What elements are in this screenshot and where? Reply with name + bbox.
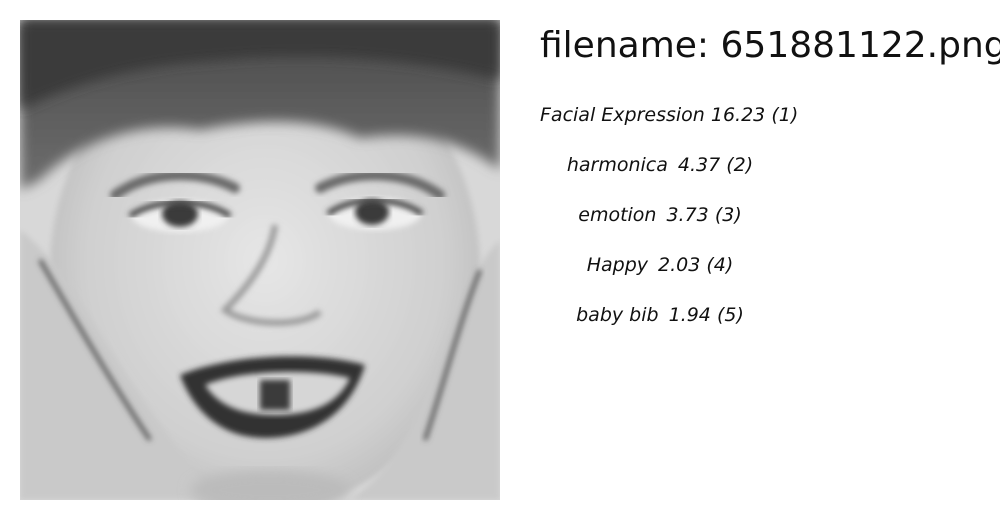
prediction-label: Facial Expression (540, 104, 705, 126)
face-photo (20, 20, 500, 500)
prediction-score: 1.94 (668, 304, 711, 326)
prediction-item: baby bib 1.94 (5) (540, 300, 780, 330)
prediction-label: baby bib (576, 304, 659, 326)
prediction-rank: (3) (714, 204, 742, 226)
prediction-label: Happy (586, 254, 648, 276)
prediction-item: Happy 2.03 (4) (540, 250, 780, 280)
prediction-item: emotion 3.73 (3) (540, 200, 780, 230)
prediction-rank: (1) (771, 104, 799, 126)
filename-heading: filename: 651881122.png (540, 24, 1000, 68)
prediction-score: 2.03 (658, 254, 701, 276)
filename-value: 651881122.png (720, 25, 1000, 66)
prediction-rank: (4) (706, 254, 734, 276)
prediction-score: 16.23 (710, 104, 766, 126)
prediction-label: harmonica (566, 154, 668, 176)
filename-prefix: filename: (540, 25, 710, 66)
prediction-label: emotion (578, 204, 657, 226)
prediction-rank: (5) (716, 304, 744, 326)
prediction-item: harmonica 4.37 (2) (540, 150, 780, 180)
prediction-rank: (2) (726, 154, 754, 176)
prediction-item: Facial Expression 16.23 (1) (540, 100, 798, 130)
prediction-score: 3.73 (666, 204, 709, 226)
prediction-list: Facial Expression 16.23 (1) harmonica 4.3… (540, 100, 798, 350)
prediction-score: 4.37 (677, 154, 721, 176)
